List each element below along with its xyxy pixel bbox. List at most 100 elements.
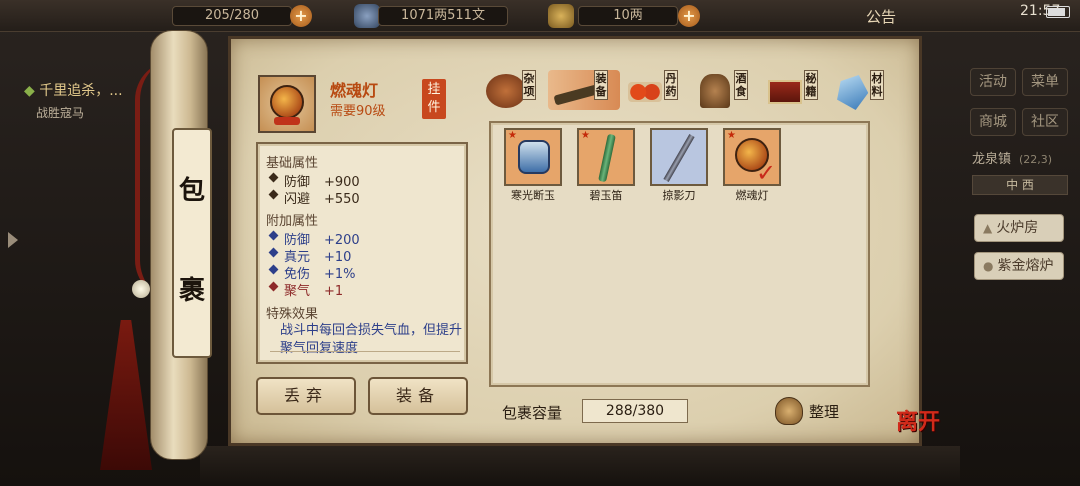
sort-bag-icon[interactable] <box>775 397 803 425</box>
jade-armor-icon <box>518 140 550 174</box>
town-label: 龙泉镇 <box>972 152 1012 167</box>
purple-furnace-button[interactable]: ● 紫金熔炉 <box>974 252 1064 280</box>
announcement-button[interactable]: 公告 <box>866 6 896 27</box>
diamond-icon <box>268 247 279 258</box>
tab-pills-label: 丹药 <box>664 70 678 100</box>
jade-flute-icon <box>598 133 616 183</box>
furnace-icon: ▲ <box>983 221 993 235</box>
pot-icon <box>486 74 526 108</box>
selected-item-requirement: 需要90级 <box>330 104 386 119</box>
scroll-title-char-1: 包 <box>178 176 205 206</box>
attr-value: +550 <box>324 192 360 207</box>
attr-name: 聚气 <box>284 284 311 299</box>
stamina-display: 205/280 <box>172 6 292 26</box>
extra-attributes-title: 附加属性 <box>266 214 319 229</box>
menu-button[interactable]: 菜单 <box>1022 68 1068 96</box>
shop-button[interactable]: 商城 <box>970 108 1016 136</box>
extra-attribute-row: 聚气 +1 <box>266 280 462 299</box>
inventory-slot-jade-flute[interactable]: ★ <box>577 128 635 186</box>
purple-furnace-label: 紫金熔炉 <box>997 258 1054 274</box>
diamond-icon <box>268 230 279 241</box>
capacity-label: 包裹容量 <box>502 404 563 422</box>
inventory-item-name: 掠影刀 <box>662 189 696 202</box>
selected-item-slot <box>258 75 316 133</box>
extra-attribute-row: 防御 +200 <box>266 229 462 248</box>
inventory-item-name: 燃魂灯 <box>735 189 769 202</box>
tab-misc-label: 杂项 <box>522 70 536 100</box>
expand-left-arrow-icon[interactable] <box>8 232 18 248</box>
tab-equipment[interactable]: 装备 <box>553 68 616 112</box>
tab-equipment-label: 装备 <box>594 70 608 100</box>
right-menu: 活动 菜单 商城 社区 龙泉镇 (22,3) 中 西 ▲ 火炉房 ● 紫金熔炉 <box>960 60 1080 460</box>
battery-icon <box>1046 6 1070 18</box>
add-stamina-button[interactable]: + <box>290 5 312 27</box>
selected-item-name: 燃魂灯 <box>330 81 379 100</box>
furnace-label: 火炉房 <box>996 220 1039 236</box>
crystal-icon <box>833 70 873 112</box>
special-effect-title: 特殊效果 <box>266 307 319 322</box>
direction-indicator: 中 西 <box>972 175 1068 195</box>
tab-manuals-label: 秘籍 <box>804 70 818 100</box>
furnace-button[interactable]: ▲ 火炉房 <box>974 214 1064 242</box>
diamond-icon <box>268 281 279 292</box>
copper-display: 1071两511文 <box>378 6 508 26</box>
attr-name: 闪避 <box>284 192 311 207</box>
pill-icon <box>628 82 662 102</box>
inventory-item-name: 碧玉笛 <box>589 189 623 202</box>
diamond-icon <box>268 264 279 275</box>
town-name: 龙泉镇 (22,3) <box>972 148 1052 167</box>
town-coord: (22,3) <box>1019 153 1053 166</box>
diamond-icon <box>268 172 279 183</box>
extra-attribute-row: 免伤 +1% <box>266 263 462 282</box>
book-icon <box>768 80 802 104</box>
base-attributes-title: 基础属性 <box>266 156 319 171</box>
leave-button[interactable]: 离开 <box>896 404 944 452</box>
ribbon-icon <box>274 117 300 125</box>
scroll-title-char-2: 裹 <box>178 276 205 306</box>
copper-coin-icon <box>354 4 380 28</box>
quest-diamond-icon: ◆ <box>24 83 35 99</box>
diamond-icon <box>268 189 279 200</box>
inventory-slot-jade-armor[interactable]: ★ <box>504 128 562 186</box>
quest-title: 千里追杀，... <box>39 83 123 99</box>
inventory-slot-blade[interactable] <box>650 128 708 186</box>
tab-manuals[interactable]: 秘籍 <box>764 68 826 112</box>
sort-button[interactable]: 整理 <box>809 401 839 422</box>
attr-value: +1 <box>324 284 344 299</box>
tab-pills[interactable]: 丹药 <box>624 68 686 112</box>
base-attribute-row: 闪避 +550 <box>266 188 462 207</box>
inventory-item-name: 寒光断玉 <box>511 189 555 202</box>
category-tabs: 杂项 装备 丹药 酒食 秘籍 材料 <box>486 68 886 112</box>
star-icon: ★ <box>727 130 736 141</box>
food-icon <box>700 74 730 108</box>
tab-food[interactable]: 酒食 <box>694 68 756 112</box>
star-icon: ★ <box>508 130 517 141</box>
blade-icon <box>663 133 695 183</box>
base-attribute-row: 防御 +900 <box>266 171 462 190</box>
star-icon: ★ <box>581 130 590 141</box>
equipped-check-icon: ✓ <box>756 159 777 187</box>
silver-ingot-icon <box>548 4 574 28</box>
item-attributes-panel[interactable]: 基础属性 防御 +900 闪避 +550 附加属性 防御 +200 真元 +10 免伤 +… <box>256 142 468 364</box>
weapon-icon <box>553 84 599 106</box>
activity-button[interactable]: 活动 <box>970 68 1016 96</box>
bottom-nav-bar <box>200 446 960 486</box>
divider <box>270 351 460 352</box>
special-effect-text: 战斗中每回合损失气血，但提升聚气回复速度 <box>280 323 463 356</box>
tab-food-label: 酒食 <box>734 70 748 100</box>
tab-materials[interactable]: 材料 <box>834 68 890 112</box>
discard-button[interactable]: 丢弃 <box>256 377 356 415</box>
item-type-badge: 挂件 <box>422 79 446 119</box>
community-button[interactable]: 社区 <box>1022 108 1068 136</box>
extra-attribute-row: 真元 +10 <box>266 246 462 265</box>
lantern-icon <box>270 85 304 119</box>
purple-furnace-icon: ● <box>983 259 994 273</box>
silver-display: 10两 <box>578 6 678 26</box>
top-resource-bar: 205/280 + 1071两511文 10两 + 公告 21:57 <box>0 0 1080 32</box>
equip-button[interactable]: 装备 <box>368 377 468 415</box>
tab-misc[interactable]: 杂项 <box>486 68 546 112</box>
capacity-value: 288/380 <box>582 399 688 423</box>
tab-materials-label: 材料 <box>870 70 884 100</box>
add-silver-button[interactable]: + <box>678 5 700 27</box>
tassel-bead <box>132 280 150 298</box>
